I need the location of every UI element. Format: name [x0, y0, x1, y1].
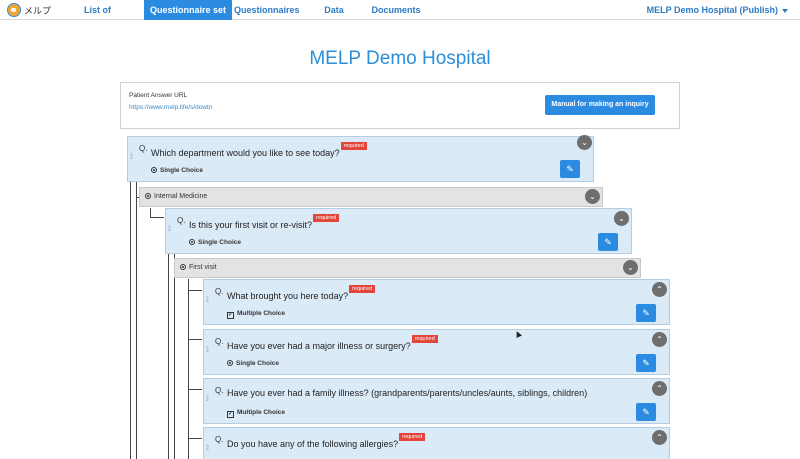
radio-icon: [145, 193, 151, 199]
edit-button[interactable]: ✎: [598, 233, 618, 251]
question-text: What brought you here today?required: [227, 285, 376, 301]
branch-row[interactable]: First visit ⌄: [174, 258, 641, 278]
question-text: Have you ever had a family illness? (gra…: [227, 388, 587, 398]
question-type-label: Single Choice: [160, 167, 203, 174]
question-marker: Q.: [215, 287, 224, 296]
question-type-label: Multiple Choice: [237, 310, 286, 317]
chevron-down-icon[interactable]: ⌄: [585, 189, 600, 204]
drag-handle-icon[interactable]: ⁞⁞: [206, 347, 212, 354]
branch-label-text: Internal Medicine: [154, 193, 208, 200]
radio-icon: [227, 360, 233, 366]
question-text: Is this your first visit or re-visit?req…: [189, 214, 340, 230]
required-badge: required: [340, 142, 367, 150]
question-text-value: Have you ever had a family illness? (gra…: [227, 388, 588, 398]
tree-line: [188, 438, 202, 439]
tree-line: [168, 250, 169, 459]
radio-icon: [180, 264, 186, 270]
drag-handle-icon[interactable]: ⁞⁞: [130, 154, 136, 161]
required-badge: required: [349, 285, 376, 293]
question-marker: Q.: [215, 337, 224, 346]
patient-url-box: Patient Answer URL https://www.melp.life…: [120, 82, 680, 129]
top-nav: メルプ List of questionnaires Questionnaire…: [0, 0, 800, 35]
chevron-up-icon[interactable]: ⌃: [652, 282, 667, 297]
page-content: MELP Demo Hospital Patient Answer URL ht…: [0, 20, 800, 459]
tab-questionnaire-set-up[interactable]: Questionnaire set up: [144, 0, 232, 35]
tree-line: [150, 217, 164, 218]
drag-handle-icon[interactable]: ⁞⁞: [206, 297, 212, 304]
manual-button[interactable]: Manual for making an inquiry: [545, 95, 655, 115]
question-marker: Q.: [139, 144, 148, 153]
required-badge: required: [411, 335, 438, 343]
question-card[interactable]: ⁞⁞ Q. Have you ever had a major illness …: [203, 329, 670, 375]
tree-line: [188, 279, 189, 459]
tab-questionnaires[interactable]: Questionnaires: [234, 0, 300, 20]
question-marker: Q.: [177, 216, 186, 225]
branch-label: Internal Medicine: [145, 193, 207, 200]
tab-data-summary[interactable]: Data summary: [303, 0, 365, 35]
required-badge: required: [313, 214, 340, 222]
question-type-label: Single Choice: [198, 239, 241, 246]
tree-line: [188, 290, 202, 291]
patient-url-label: Patient Answer URL: [129, 92, 188, 99]
question-marker: Q.: [215, 435, 224, 444]
chevron-up-icon[interactable]: ⌃: [652, 332, 667, 347]
question-card[interactable]: ⁞⁞ Q. What brought you here today?requir…: [203, 279, 670, 325]
required-badge: required: [399, 433, 426, 441]
question-text-value: Which department would you like to see t…: [151, 148, 340, 158]
edit-button[interactable]: ✎: [636, 403, 656, 421]
tab-documents[interactable]: Documents: [370, 0, 422, 20]
question-marker: Q.: [215, 386, 224, 395]
hospital-menu[interactable]: MELP Demo Hospital (Publish): [647, 0, 788, 20]
tree-line: [136, 182, 137, 459]
chevron-down-icon[interactable]: ⌄: [577, 135, 592, 150]
drag-handle-icon[interactable]: ⁞⁞: [168, 226, 174, 233]
drag-handle-icon[interactable]: ⁞⁞: [206, 396, 212, 403]
radio-icon: [189, 239, 195, 245]
question-card[interactable]: ⁞⁞ Q. Which department would you like to…: [127, 135, 594, 182]
radio-icon: [151, 167, 157, 173]
question-type: ✓ Multiple Choice: [227, 310, 285, 319]
branch-row[interactable]: Internal Medicine ⌄: [139, 187, 603, 207]
question-text: Do you have any of the following allergi…: [227, 433, 426, 449]
edit-button[interactable]: ✎: [636, 304, 656, 322]
edit-button[interactable]: ✎: [560, 160, 580, 178]
tab-list-of-questionnaires[interactable]: List of questionnaires: [52, 0, 143, 35]
question-card[interactable]: ⁞⁞ Q. Have you ever had a family illness…: [203, 378, 670, 424]
checkbox-icon: ✓: [227, 312, 234, 319]
checkbox-icon: ✓: [227, 411, 234, 418]
chevron-down-icon[interactable]: ⌄: [623, 260, 638, 275]
caret-down-icon: [782, 8, 788, 13]
chevron-up-icon[interactable]: ⌃: [652, 381, 667, 396]
tree-line: [188, 339, 202, 340]
patient-url-link[interactable]: https://www.melp.life/s/dowtn: [129, 104, 212, 111]
question-type: Single Choice: [189, 239, 241, 246]
question-text-value: What brought you here today?: [227, 291, 349, 301]
tree-line: [174, 250, 175, 459]
question-text: Have you ever had a major illness or sur…: [227, 335, 438, 351]
question-type: Single Choice: [227, 360, 279, 367]
branch-label: First visit: [180, 264, 217, 271]
drag-handle-icon[interactable]: ⁞⁞: [206, 445, 212, 452]
chevron-up-icon[interactable]: ⌃: [652, 430, 667, 445]
question-text-value: Do you have any of the following allergi…: [227, 439, 399, 449]
question-type-label: Single Choice: [236, 360, 279, 367]
edit-button[interactable]: ✎: [636, 354, 656, 372]
brand-name[interactable]: メルプ: [24, 4, 51, 17]
question-type-label: Multiple Choice: [237, 409, 286, 416]
hospital-menu-label: MELP Demo Hospital (Publish): [646, 5, 778, 15]
question-card[interactable]: ⁞⁞ Q. Do you have any of the following a…: [203, 427, 670, 459]
branch-label-text: First visit: [189, 264, 217, 271]
question-text: Which department would you like to see t…: [151, 142, 367, 158]
question-text-value: Have you ever had a major illness or sur…: [227, 341, 411, 351]
page-title: MELP Demo Hospital: [309, 48, 491, 69]
app-logo[interactable]: [7, 3, 21, 17]
tree-line: [130, 182, 131, 459]
question-type: ✓ Multiple Choice: [227, 409, 285, 418]
question-card[interactable]: ⁞⁞ Q. Is this your first visit or re-vis…: [165, 208, 632, 254]
chevron-down-icon[interactable]: ⌄: [614, 211, 629, 226]
tree-line: [188, 389, 202, 390]
question-type: Single Choice: [151, 167, 203, 174]
question-text-value: Is this your first visit or re-visit?: [189, 220, 313, 230]
